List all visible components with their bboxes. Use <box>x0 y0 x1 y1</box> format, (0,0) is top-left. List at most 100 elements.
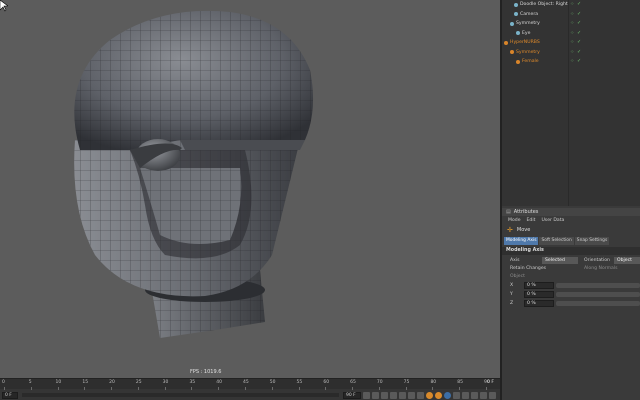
z-slider[interactable] <box>556 301 640 306</box>
object-list-item[interactable]: HyperNURBS ⁘ ✓ <box>502 38 640 48</box>
visibility-dot-icon[interactable]: ⁘ <box>570 30 574 36</box>
section-title: Modeling Axis <box>502 247 640 255</box>
goto-start-icon[interactable] <box>363 391 370 399</box>
head-model-mesh[interactable] <box>0 0 500 378</box>
object-name: Doodle Object: Right <box>520 2 568 8</box>
y-row: Y 0 % <box>502 291 640 299</box>
visibility-dot-icon[interactable]: ⁘ <box>570 49 574 55</box>
timeline-current-label: 0 F <box>487 380 494 385</box>
tool-header: ✛ Move <box>502 225 640 235</box>
object-name: Symmetry <box>516 21 540 27</box>
object-visibility-toggles[interactable]: ⁘ ✓ <box>570 2 592 7</box>
timeline-tick-label: 45 <box>243 380 249 385</box>
record-icon[interactable] <box>426 391 433 399</box>
scale-key-icon[interactable] <box>462 391 469 399</box>
start-frame-field[interactable]: 0 F <box>2 391 18 399</box>
enabled-check-icon[interactable]: ✓ <box>577 49 581 55</box>
object-list-item[interactable]: Eye ⁘ ✓ <box>502 29 640 39</box>
goto-end-icon[interactable] <box>417 391 424 399</box>
enabled-check-icon[interactable]: ✓ <box>577 30 581 36</box>
timeline-tick-label: 50 <box>269 380 276 385</box>
object-visibility-toggles[interactable]: ⁘ ✓ <box>570 59 592 64</box>
tab-modeling-axis[interactable]: Modeling Axis <box>504 237 539 245</box>
object-visibility-toggles[interactable]: ⁘ ✓ <box>570 30 592 36</box>
orientation-dropdown[interactable]: Object <box>614 257 640 264</box>
timeline-tick-label: 80 <box>430 380 437 385</box>
object-list-item[interactable]: Symmetry ⁘ ✓ <box>502 48 640 58</box>
timeline-tick-label: 85 <box>457 380 463 385</box>
tab-soft-selection[interactable]: Soft Selection <box>539 237 574 245</box>
next-key-icon[interactable] <box>408 391 415 399</box>
x-field[interactable]: 0 % <box>524 282 554 289</box>
menu-mode[interactable]: Mode <box>508 218 521 223</box>
timeline-tick-label: 25 <box>135 380 142 385</box>
enabled-check-icon[interactable]: ✓ <box>577 59 581 64</box>
menu-edit[interactable]: Edit <box>527 218 536 223</box>
param-key-icon[interactable] <box>480 391 487 399</box>
object-name: Eye <box>522 30 531 36</box>
object-list-item[interactable]: Camera ⁘ ✓ <box>502 10 640 20</box>
object-visibility-toggles[interactable]: ⁘ ✓ <box>570 21 592 26</box>
timeline-tick-label: 5 <box>28 380 32 385</box>
object-visibility-toggles[interactable]: ⁘ ✓ <box>570 11 592 17</box>
position-key-icon[interactable] <box>453 391 460 399</box>
object-list-item[interactable]: Female ⁘ ✓ <box>502 57 640 67</box>
timeline-ruler[interactable]: 0 5 10 15 20 25 30 35 40 45 50 55 60 65 70 75 80 85 90 0 F <box>0 379 500 390</box>
point-level-icon[interactable] <box>489 391 496 399</box>
autokey-icon[interactable] <box>435 391 442 399</box>
enabled-check-icon[interactable]: ✓ <box>577 11 581 17</box>
object-name: Symmetry <box>516 49 540 55</box>
object-list-item[interactable]: Doodle Object: Right ⁘ ✓ <box>502 0 640 10</box>
x-row: X 0 % <box>502 282 640 290</box>
object-type-icon <box>514 2 518 7</box>
attributes-title: Attributes <box>513 209 539 215</box>
menu-user-data[interactable]: User Data <box>541 218 564 223</box>
object-visibility-toggles[interactable]: ⁘ ✓ <box>570 40 592 45</box>
visibility-dot-icon[interactable]: ⁘ <box>570 2 574 7</box>
timeline-tick-label: 20 <box>109 380 115 385</box>
3d-viewport[interactable]: FPS : 1019.6 <box>0 0 500 378</box>
object-type-icon <box>504 40 508 45</box>
object-type-icon <box>516 31 520 36</box>
transport-bar: 0 F 90 F <box>0 390 500 400</box>
timeline-tick-label: 0 <box>2 380 5 385</box>
object-visibility-toggles[interactable]: ⁘ ✓ <box>570 49 592 55</box>
next-frame-icon[interactable] <box>399 391 406 399</box>
z-field[interactable]: 0 % <box>524 300 554 307</box>
y-field[interactable]: 0 % <box>524 291 554 298</box>
enabled-check-icon[interactable]: ✓ <box>577 2 581 7</box>
rotation-key-icon[interactable] <box>471 391 478 399</box>
timeline-tick-label: 75 <box>403 380 410 385</box>
retain-changes-checkbox[interactable]: Retain Changes <box>510 266 546 271</box>
visibility-dot-icon[interactable]: ⁘ <box>570 21 574 26</box>
timeline-tick-label: 70 <box>376 380 383 385</box>
along-normals-checkbox[interactable]: Along Normals <box>584 266 618 271</box>
axis-dropdown[interactable]: Selected <box>542 257 578 264</box>
y-slider[interactable] <box>556 292 640 297</box>
attributes-menu: Mode Edit User Data <box>502 216 640 224</box>
visibility-dot-icon[interactable]: ⁘ <box>570 40 574 45</box>
attributes-icon: ▤ <box>506 209 511 215</box>
x-slider[interactable] <box>556 283 640 288</box>
visibility-dot-icon[interactable]: ⁘ <box>570 59 574 64</box>
object-manager[interactable]: Doodle Object: Right ⁘ ✓ Camera ⁘ ✓ Symmetry ⁘ ✓… <box>502 0 640 206</box>
timeline-tick-label: 55 <box>296 380 303 385</box>
prev-key-icon[interactable] <box>372 391 379 399</box>
visibility-dot-icon[interactable]: ⁘ <box>570 11 574 17</box>
end-frame-field[interactable]: 90 F <box>343 391 361 399</box>
mouse-cursor-icon <box>0 0 8 12</box>
enabled-check-icon[interactable]: ✓ <box>577 21 581 26</box>
timeline-panel[interactable]: 0 5 10 15 20 25 30 35 40 45 50 55 60 65 70 75 80 85 90 0 F… <box>0 378 500 400</box>
timeline-tick-label: 65 <box>350 380 356 385</box>
play-icon[interactable] <box>390 391 397 399</box>
frame-range-slider[interactable] <box>22 393 339 397</box>
tab-snap-settings[interactable]: Snap Settings <box>574 237 610 245</box>
prev-frame-icon[interactable] <box>381 391 388 399</box>
timeline-tick-label: 10 <box>55 380 62 385</box>
object-type-icon <box>514 12 518 17</box>
timeline-tick-label: 60 <box>323 380 330 385</box>
object-type-icon <box>510 21 514 26</box>
enabled-check-icon[interactable]: ✓ <box>577 40 581 45</box>
keyframe-selection-icon[interactable] <box>444 391 451 399</box>
object-list-item[interactable]: Symmetry ⁘ ✓ <box>502 19 640 29</box>
